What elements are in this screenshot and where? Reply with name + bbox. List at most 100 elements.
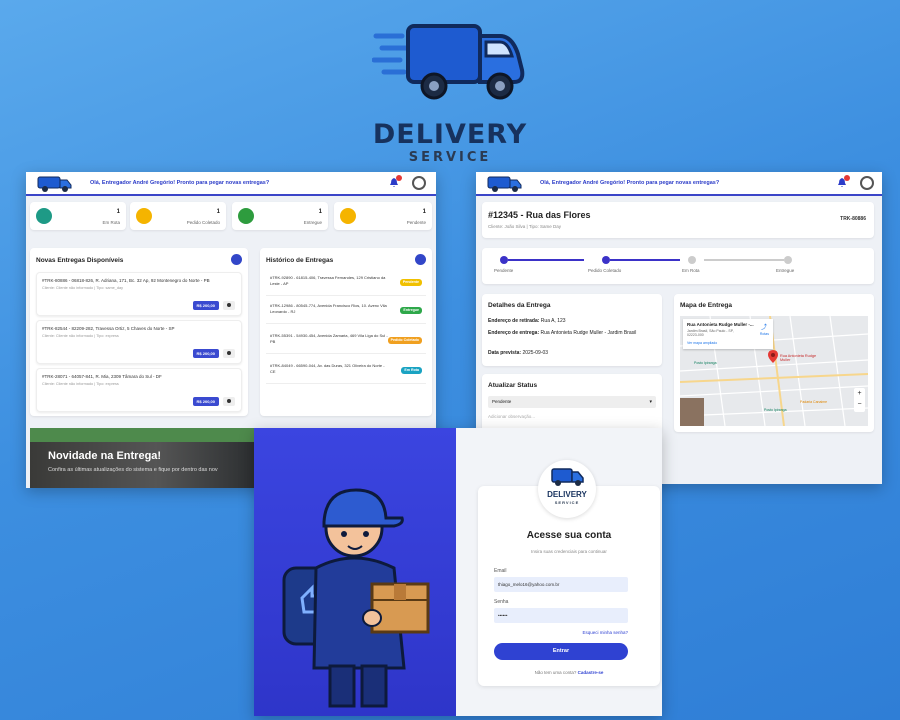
login-logo-subtitle: SERVICE [554, 500, 580, 505]
avatar[interactable] [412, 176, 426, 190]
delivery-item[interactable]: #TRK-80886 - 06818-826, R. Adriana, 171,… [36, 272, 242, 316]
login-title: Acesse sua conta [526, 530, 612, 541]
map-place-address: Jardim Brasil, São Paulo - SP, 02223-000 [687, 329, 734, 337]
stat-card-em-rota: 1 Em Rota [30, 202, 126, 230]
history-item[interactable]: #TRK-92890 - 61815-406, Travessa Fernand… [266, 270, 426, 296]
stat-value: 1 [422, 209, 426, 215]
greeting-text: Olá, Entregador André Gregório! Pronto p… [90, 180, 270, 186]
map-title: Mapa de Entrega [680, 302, 733, 309]
info-icon[interactable] [223, 349, 235, 358]
status-badge: Pendente [399, 279, 422, 286]
login-button[interactable]: Entrar [494, 643, 628, 660]
password-field[interactable]: •••••• [494, 608, 628, 623]
delivery-item[interactable]: #TRK-82544 - 82209-282, Travessa Ortiz, … [36, 320, 242, 364]
new-deliveries-title: Novas Entregas Disponíveis [36, 257, 124, 264]
thumbs-up-icon [238, 208, 254, 224]
history-item[interactable]: #TRK-55391 - 54930-454, Avenida Zamaria,… [266, 328, 426, 354]
map-route-link[interactable]: Rotas [760, 332, 769, 336]
map-pin-icon [768, 350, 778, 363]
delivery-title: #TRK-28071 - 64057-841, R. Mia, 2309 Tâm… [42, 374, 162, 379]
password-label: Senha [494, 599, 509, 605]
update-title: Atualizar Status [488, 382, 538, 389]
map-poi: Padaria Canaime [800, 400, 828, 404]
delivery-title: #TRK-80886 - 06818-826, R. Adriana, 171,… [42, 278, 210, 283]
status-select[interactable]: Pendente ▾ [488, 396, 656, 408]
map-enlarge-link[interactable]: Ver mapa ampliado [687, 341, 717, 345]
pickup-label: Endereço de retirada: [488, 318, 540, 324]
map-poi: Posto Ipiranga [764, 408, 787, 412]
avatar[interactable] [860, 176, 874, 190]
delivery-title: #TRK-82544 - 82209-282, Travessa Ortiz, … [42, 326, 175, 331]
step-label: Pendente [494, 268, 514, 273]
login-illustration [254, 428, 456, 716]
news-title: Novidade na Entrega! [48, 450, 162, 462]
tracking-code: TRK-80886 [840, 216, 866, 222]
clock-icon [136, 208, 152, 224]
history-item[interactable]: #TRK-84049 - 66590-044, Av. das Duras, 3… [266, 358, 426, 384]
delivery-item[interactable]: #TRK-28071 - 64057-841, R. Mia, 2309 Tâm… [36, 368, 242, 412]
greeting-text: Olá, Entregador André Gregório! Pronto p… [540, 180, 720, 186]
status-badge: Pedido Coletado [387, 337, 422, 344]
status-badge: Em Rota [401, 367, 422, 374]
email-label: Email [494, 568, 507, 574]
details-topbar: Olá, Entregador André Gregório! Pronto p… [476, 172, 882, 196]
delivery-header-card: #12345 - Rua das Flores Cliente: João Si… [482, 202, 874, 238]
login-logo-title: DELIVERY [547, 490, 587, 499]
history-text: #TRK-12986 - 80545-774, Avenida Francisc… [270, 303, 387, 314]
observation-input[interactable]: Adicionar observação... [488, 414, 535, 419]
step-line-pending [704, 259, 784, 261]
step-dot [784, 256, 792, 264]
accept-price-button[interactable]: R$ 200,00 [192, 349, 219, 358]
delivery-client: Cliente: João Silva | Tipo: Same Day [488, 224, 561, 229]
brand-title: DELIVERY [372, 119, 528, 150]
truck-logo-icon [487, 176, 522, 192]
zoom-in-icon[interactable]: + [857, 390, 861, 397]
email-field[interactable]: thiago_melo16@yahoo.com.br [494, 577, 628, 592]
date-row: Data prevista: 2025-09-03 [488, 350, 548, 356]
accept-price-button[interactable]: R$ 200,00 [192, 301, 219, 310]
map-card: Mapa de Entrega Rua Antonieta Rudge Mull… [674, 294, 874, 432]
chevron-down-icon: ▾ [649, 399, 652, 405]
pickup-value: Rua A, 123 [540, 318, 566, 324]
status-select-value: Pendente [492, 399, 512, 404]
info-icon[interactable] [223, 397, 235, 406]
notification-badge [396, 175, 402, 181]
stat-label: Entregue [303, 220, 322, 225]
directions-icon[interactable]: ⤴ [761, 322, 767, 331]
info-icon[interactable] [223, 301, 235, 310]
stat-label: Em Rota [102, 220, 120, 225]
login-logo: DELIVERY SERVICE [538, 460, 596, 518]
login-subtitle: Insira suas credenciais para continuar [531, 549, 607, 554]
login-form-area: DELIVERY SERVICE Acesse sua conta Insira… [456, 428, 662, 716]
delivery-meta: Cliente: Cliente não informado | Tipo: e… [42, 382, 119, 386]
news-banner[interactable]: Novidade na Entrega! Confira as últimas … [30, 428, 260, 488]
date-label: Data prevista: [488, 350, 522, 356]
refresh-button[interactable] [231, 254, 242, 265]
map-poi: Posto Ipiranga [694, 361, 717, 365]
stat-card-entregue: 1 Entregue [232, 202, 328, 230]
delivery-meta: Cliente: Cliente não informado | Tipo: e… [42, 334, 119, 338]
signup-link[interactable]: Cadastre-se [578, 670, 604, 675]
zoom-out-icon[interactable]: − [857, 401, 861, 408]
delivery-value: Rua Antonieta Rudge Muller - Jardim Bras… [540, 330, 637, 336]
brand-logo: DELIVERY SERVICE [360, 14, 540, 165]
courier-illustration [282, 488, 430, 708]
forgot-password-link[interactable]: Esqueci minha senha? [582, 630, 628, 635]
step-dot [688, 256, 696, 264]
stat-card-pedido-coletado: 1 Pedido Coletado [130, 202, 226, 230]
history-item[interactable]: #TRK-12986 - 80545-774, Avenida Francisc… [266, 298, 426, 324]
stat-card-pendente: 1 Pendente [334, 202, 432, 230]
history-title: Histórico de Entregas [266, 257, 334, 264]
login-screen: DELIVERY SERVICE Acesse sua conta Insira… [254, 428, 662, 716]
history-text: #TRK-92890 - 61815-406, Travessa Fernand… [270, 275, 386, 286]
step-dot [500, 256, 508, 264]
dashboard-topbar: Olá, Entregador André Gregório! Pronto p… [26, 172, 436, 196]
step-line-done [610, 259, 680, 261]
delivery-details-card: Detalhes da Entrega Endereço de retirada… [482, 294, 662, 366]
history-refresh-button[interactable] [415, 254, 426, 265]
zoom-controls[interactable]: + − [854, 388, 865, 412]
truck-logo-icon [37, 176, 72, 192]
accept-price-button[interactable]: R$ 200,00 [192, 397, 219, 406]
map-view[interactable]: Rua Antonieta Rudge Muller -... Jardim B… [680, 316, 868, 426]
map-place-card: Rua Antonieta Rudge Muller -... Jardim B… [683, 319, 773, 349]
